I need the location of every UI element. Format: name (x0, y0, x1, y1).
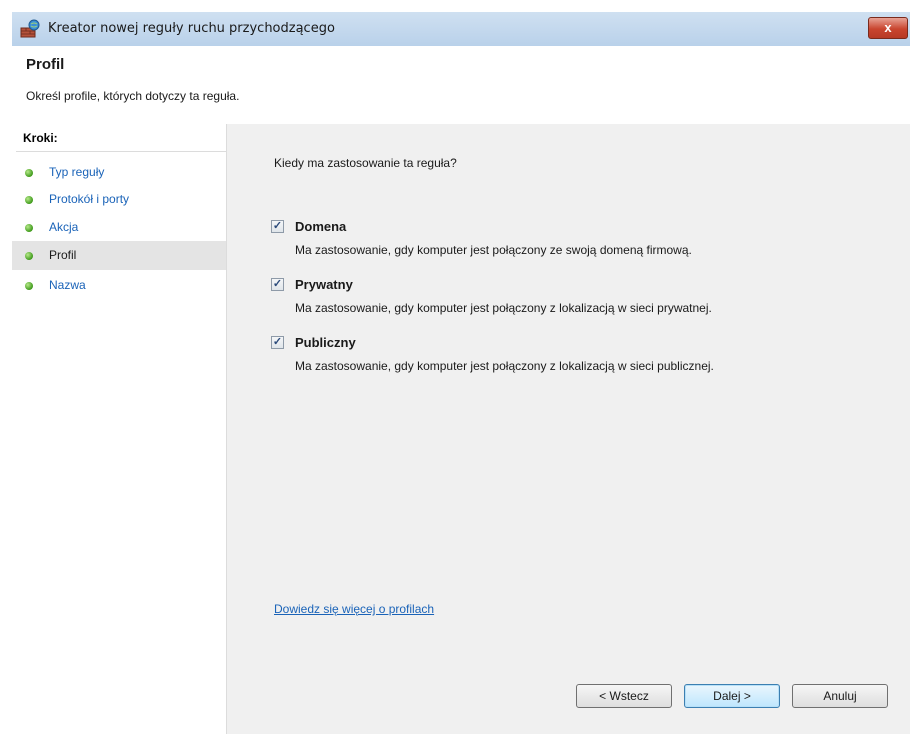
checkmark-icon: ✓ (272, 278, 283, 290)
step-label: Protokół i porty (49, 192, 130, 206)
steps-label: Kroki: (23, 131, 58, 145)
close-icon: x (884, 20, 892, 35)
title-bar[interactable]: Kreator nowej reguły ruchu przychodząceg… (12, 12, 910, 46)
checkmark-icon: ✓ (272, 220, 283, 232)
private-label[interactable]: Prywatny (295, 277, 353, 292)
window-title: Kreator nowej reguły ruchu przychodząceg… (48, 21, 335, 36)
wizard-header: Profil Określ profile, których dotyczy t… (12, 46, 910, 125)
wizard-window: Kreator nowej reguły ruchu przychodząceg… (4, 0, 910, 738)
step-bullet-icon (25, 196, 33, 204)
step-item-nazwa[interactable]: Nazwa (12, 271, 226, 300)
firewall-wizard-icon (20, 19, 40, 38)
public-checkbox[interactable]: ✓ (271, 336, 284, 349)
step-item-protokol-i-porty[interactable]: Protokół i porty (12, 185, 226, 214)
step-item-akcja[interactable]: Akcja (12, 213, 226, 242)
step-label: Profil (49, 248, 77, 262)
question-text: Kiedy ma zastosowanie ta reguła? (274, 156, 457, 170)
domain-label[interactable]: Domena (295, 219, 346, 234)
step-item-profil[interactable]: Profil (12, 241, 226, 270)
back-button[interactable]: < Wstecz (576, 684, 672, 708)
step-bullet-icon (25, 169, 33, 177)
public-label[interactable]: Publiczny (295, 335, 356, 350)
steps-pane: Kroki: Typ reguły Protokół i porty Akcja… (12, 124, 226, 734)
close-button[interactable]: x (868, 17, 908, 39)
step-label: Nazwa (49, 278, 86, 292)
page-subtitle: Określ profile, których dotyczy ta reguł… (26, 89, 240, 103)
page-title: Profil (26, 56, 65, 73)
private-description: Ma zastosowanie, gdy komputer jest połąc… (295, 301, 712, 315)
content-pane: Kiedy ma zastosowanie ta reguła? ✓ Domen… (226, 124, 910, 734)
checkmark-icon: ✓ (272, 336, 283, 348)
step-bullet-icon (25, 282, 33, 290)
private-checkbox[interactable]: ✓ (271, 278, 284, 291)
next-button[interactable]: Dalej > (684, 684, 780, 708)
steps-divider (16, 151, 226, 152)
step-bullet-icon (25, 252, 33, 260)
domain-checkbox[interactable]: ✓ (271, 220, 284, 233)
step-label: Akcja (49, 220, 79, 234)
learn-more-link[interactable]: Dowiedz się więcej o profilach (274, 602, 434, 616)
step-label: Typ reguły (49, 165, 105, 179)
domain-description: Ma zastosowanie, gdy komputer jest połąc… (295, 243, 692, 257)
step-item-typ-reguly[interactable]: Typ reguły (12, 158, 226, 187)
public-description: Ma zastosowanie, gdy komputer jest połąc… (295, 359, 714, 373)
cancel-button[interactable]: Anuluj (792, 684, 888, 708)
step-bullet-icon (25, 224, 33, 232)
